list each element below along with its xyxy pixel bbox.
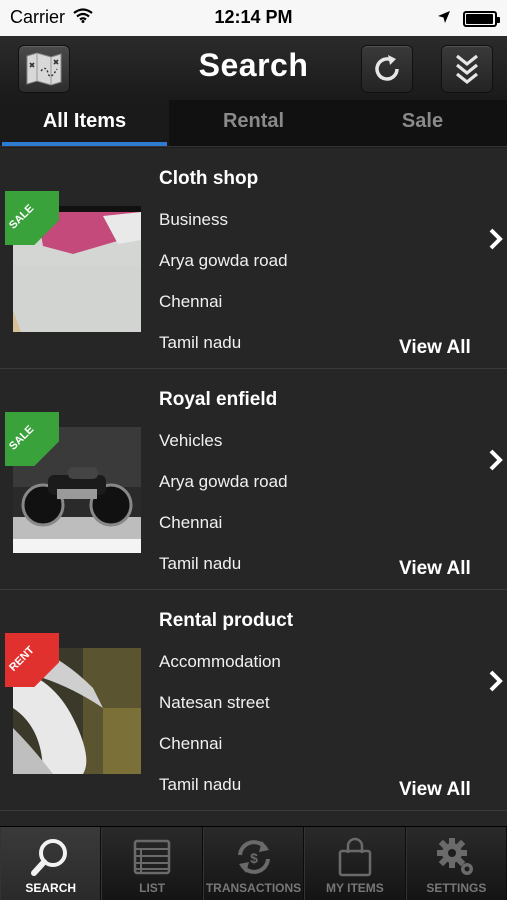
chevron-right-icon[interactable]	[486, 447, 506, 473]
tab-bar-label: MY ITEMS	[326, 881, 384, 895]
list-item[interactable]: RENT Rental product Accommodation Natesa…	[0, 590, 507, 811]
chevron-right-icon[interactable]	[486, 668, 506, 694]
menu-button[interactable]	[441, 45, 493, 93]
tab-bar-label: SEARCH	[25, 881, 77, 895]
item-title: Rental product	[159, 610, 294, 631]
status-right	[437, 8, 500, 29]
status-bar: Carrier 12:14 PM	[0, 0, 507, 36]
battery-icon	[463, 10, 500, 27]
view-all-link[interactable]: View All	[399, 337, 471, 359]
item-city: Chennai	[159, 734, 223, 753]
item-state: Tamil nadu	[159, 775, 242, 794]
item-street: Arya gowda road	[159, 251, 288, 270]
item-street: Natesan street	[159, 693, 270, 712]
tab-rental[interactable]: Rental	[169, 100, 338, 146]
svg-text:$: $	[250, 850, 258, 866]
refresh-button[interactable]	[361, 45, 413, 93]
sale-badge: SALE	[5, 412, 59, 466]
item-category: Vehicles	[159, 431, 223, 450]
item-category: Business	[159, 210, 228, 229]
view-all-link[interactable]: View All	[399, 558, 471, 580]
location-arrow-icon	[437, 8, 451, 29]
item-state: Tamil nadu	[159, 333, 242, 352]
segment-tabs: All Items Rental Sale	[0, 100, 507, 147]
search-icon	[1, 835, 100, 879]
sale-badge: SALE	[5, 191, 59, 245]
tab-bar-search[interactable]: SEARCH	[0, 827, 102, 900]
list-icon	[102, 835, 201, 879]
gear-icon	[407, 835, 506, 879]
battery-fill	[466, 13, 493, 24]
view-all-link[interactable]: View All	[399, 779, 471, 801]
chevron-right-icon[interactable]	[486, 226, 506, 252]
transactions-icon: $	[204, 835, 303, 879]
list-item[interactable]: SALE Royal enfield Vehicles Arya gowda r…	[0, 369, 507, 590]
tab-bar-settings[interactable]: SETTINGS	[405, 827, 507, 900]
item-state: Tamil nadu	[159, 554, 242, 573]
item-title: Cloth shop	[159, 168, 259, 189]
bottom-tab-bar: SEARCH LIST $ TRANSACTIONS MY ITEMS SETT…	[0, 826, 507, 900]
item-list: SALE Cloth shop Business Arya gowda road…	[0, 148, 507, 826]
item-city: Chennai	[159, 292, 223, 311]
tab-bar-label: LIST	[139, 881, 166, 895]
tab-bar-label: TRANSACTIONS	[205, 881, 302, 895]
shopping-bag-icon	[305, 835, 404, 879]
status-time: 12:14 PM	[214, 7, 293, 27]
list-item[interactable]: SALE Cloth shop Business Arya gowda road…	[0, 148, 507, 369]
tab-bar-my-items[interactable]: MY ITEMS	[304, 827, 406, 900]
double-chevron-down-icon	[456, 54, 478, 85]
item-category: Accommodation	[159, 652, 281, 671]
nav-bar: Search	[0, 36, 507, 100]
item-title: Royal enfield	[159, 389, 278, 410]
item-street: Arya gowda road	[159, 472, 288, 491]
refresh-icon	[375, 55, 399, 81]
item-city: Chennai	[159, 513, 223, 532]
rent-badge: RENT	[5, 633, 59, 687]
tab-all-items[interactable]: All Items	[0, 100, 169, 146]
tab-bar-label: SETTINGS	[426, 881, 487, 895]
tab-bar-transactions[interactable]: $ TRANSACTIONS	[202, 827, 305, 900]
page-title: Search	[198, 47, 309, 83]
tab-bar-list[interactable]: LIST	[101, 827, 203, 900]
tab-sale[interactable]: Sale	[338, 100, 507, 146]
